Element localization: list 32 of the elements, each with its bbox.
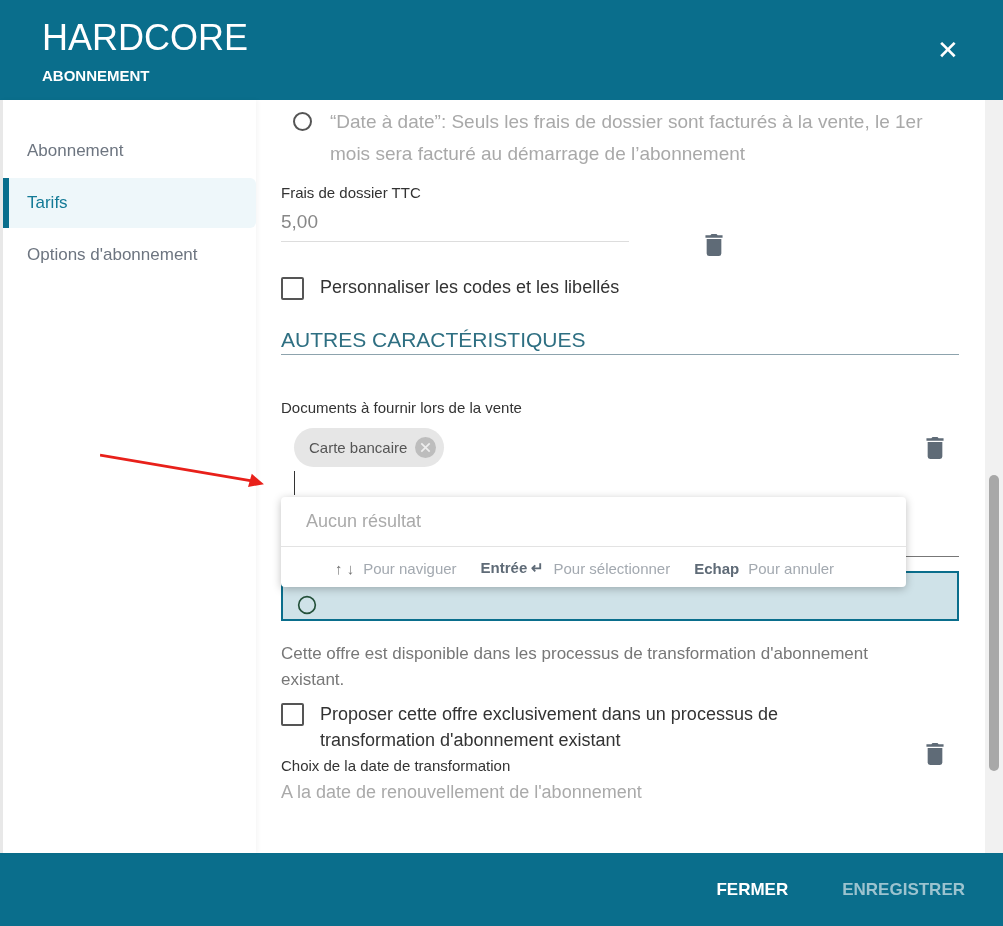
checkbox-label: Proposer cette offre exclusivement dans un processus de transformation d'abonnement existant (320, 703, 779, 752)
key-hint: Entrée ↵ (480, 559, 545, 577)
sidebar-item[interactable]: Options d'abonnement (3, 230, 256, 280)
trash-icon[interactable] (926, 436, 944, 459)
field-label: Choix de la date de transformation (281, 757, 512, 774)
checkbox-label: Personnaliser les codes et les libellés (320, 276, 620, 299)
dialog-subtitle: ABONNEMENT (42, 66, 151, 84)
checkbox[interactable] (281, 703, 304, 726)
radio-label: “Date à date”: Seuls les frais de dossier sont facturés à la vente, le 1er mois sera facturé au démarrage de l’abonnement (330, 110, 924, 166)
chip[interactable]: Carte bancaire (294, 428, 445, 467)
sidebar-item[interactable]: Abonnement (3, 126, 256, 176)
field-label: Frais de dossier TTC (281, 184, 422, 201)
trash-icon[interactable] (926, 743, 944, 765)
input-field[interactable]: 5,00 (281, 201, 629, 242)
info-icon (297, 595, 317, 615)
section-title: AUTRES CARACTÉRISTIQUES (281, 328, 959, 355)
dialog-title: HARDCORE (42, 16, 248, 59)
checkbox[interactable] (281, 276, 304, 300)
trash-icon[interactable] (705, 234, 723, 256)
empty-message: Aucun résultat (281, 497, 906, 547)
close-button[interactable]: ✕ (931, 33, 965, 67)
radio-button[interactable] (293, 112, 312, 131)
hint-text: Pour sélectionner (553, 559, 671, 577)
hint-text: Pour naviguer (363, 559, 457, 577)
info-text: Cette offre est disponible dans les processus de transformation d'abonnement existant. (281, 643, 869, 691)
hint-text: Pour annuler (748, 559, 835, 577)
field-label: Documents à fournir lors de la vente (281, 399, 523, 416)
key-hint: ↑ ↓ (335, 559, 355, 577)
key-hint: Echap (694, 559, 740, 577)
sidebar-item[interactable]: Tarifs (3, 178, 256, 228)
footer-button[interactable]: FERMER (704, 871, 801, 908)
scrollbar[interactable] (985, 100, 1003, 853)
